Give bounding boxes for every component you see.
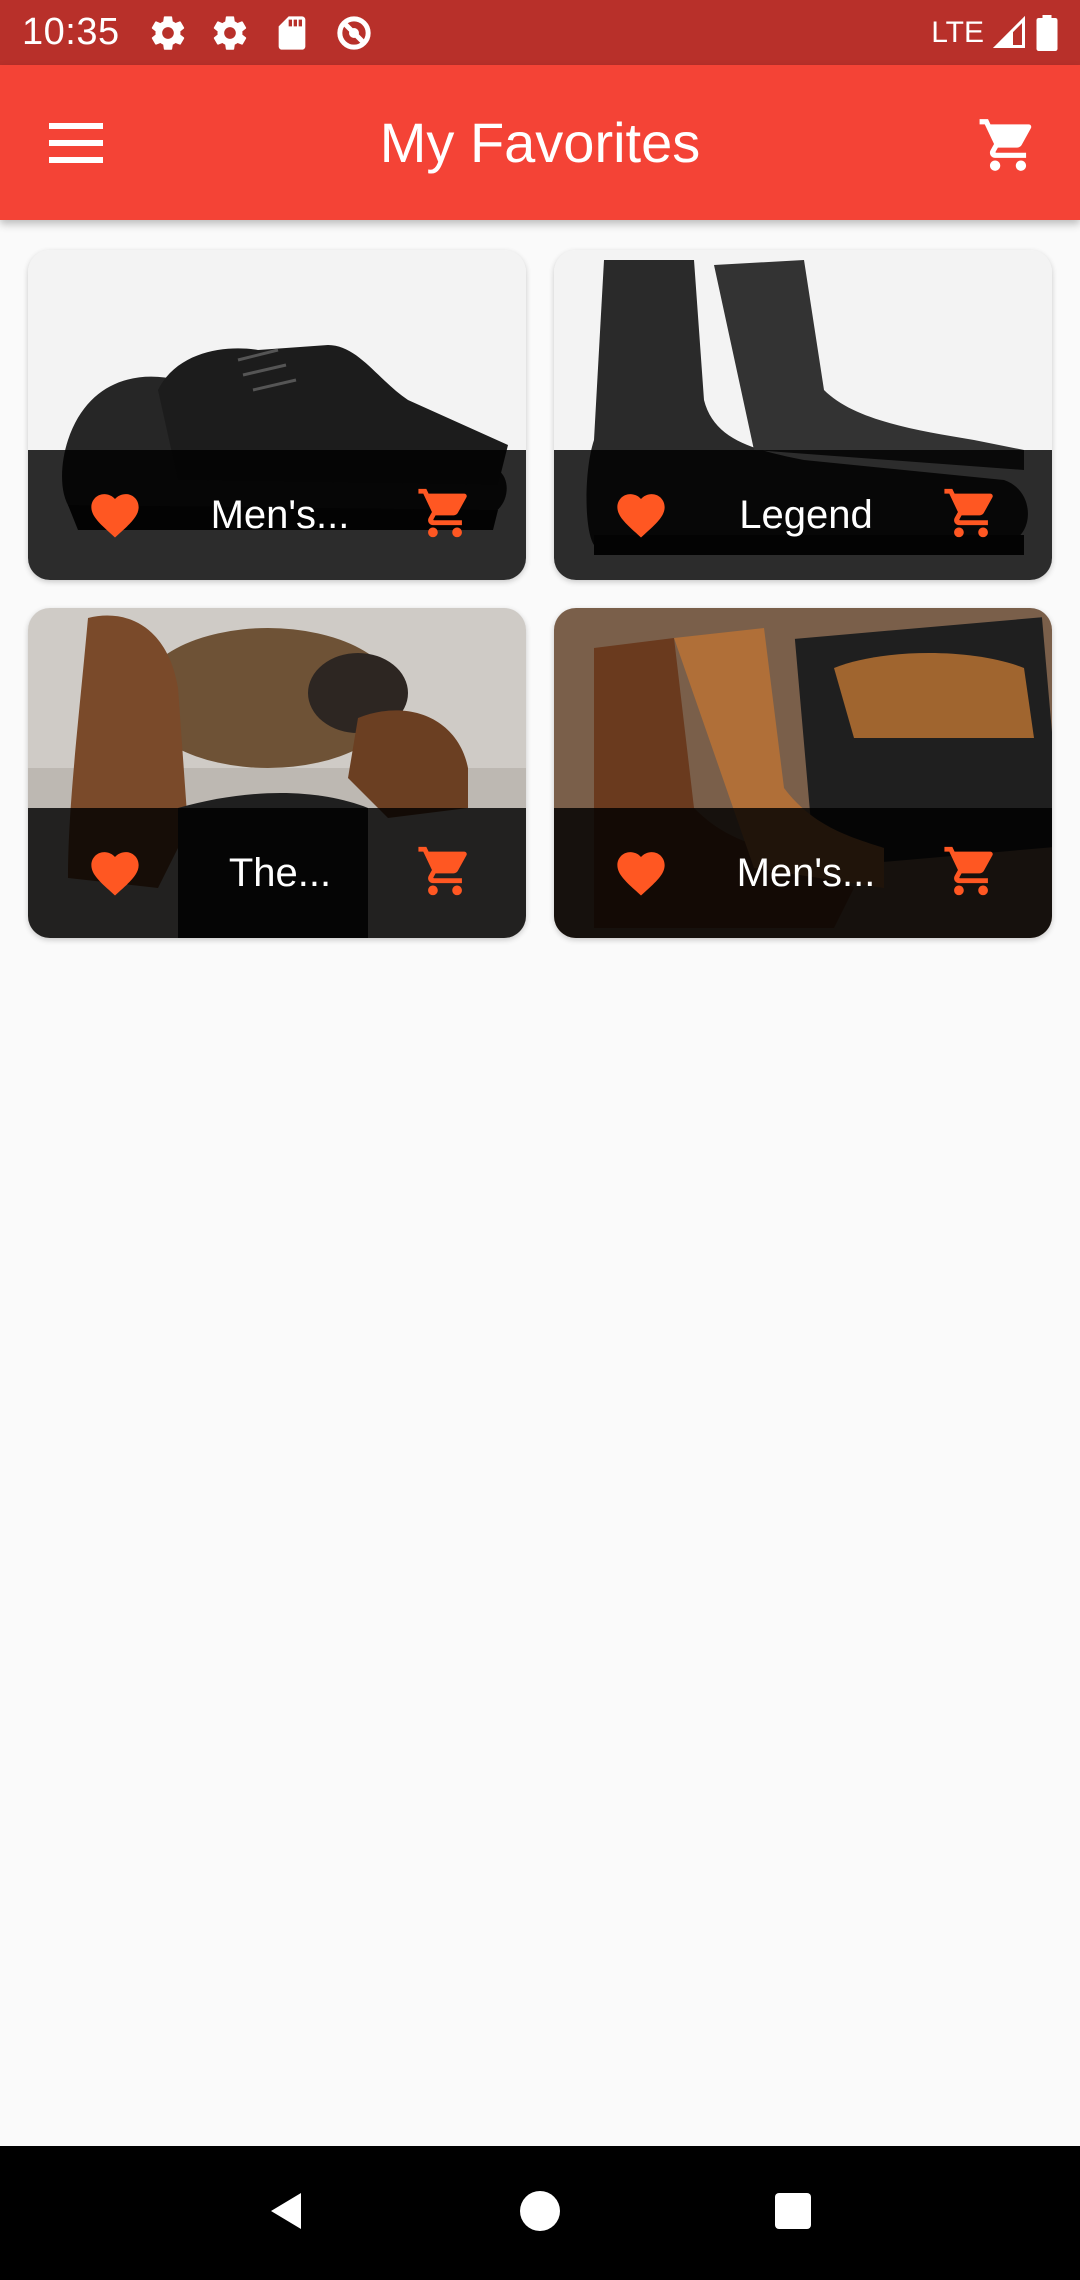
page-title: My Favorites [379,111,701,174]
notification-icons [148,13,374,53]
favorite-button[interactable] [86,845,144,902]
shopping-cart-icon [944,846,993,895]
heart-icon [91,851,139,895]
status-time: 10:35 [22,11,120,53]
card-footer: Men's... [28,450,526,580]
product-title: The... [228,850,332,895]
battery-icon [1036,14,1058,51]
back-icon [270,2192,301,2229]
product-title: Men's... [210,492,350,537]
shopping-cart-icon [979,119,1032,171]
shopping-cart-icon [418,488,467,537]
system-nav-bar [0,2146,1080,2280]
back-button[interactable] [263,2187,311,2240]
product-card[interactable]: Men's... [28,250,526,580]
heart-icon [91,493,139,537]
product-card[interactable]: Men's... [554,608,1052,938]
cart-button[interactable] [968,105,1048,185]
card-footer: Men's... [554,808,1052,938]
card-footer: Legend [554,450,1052,580]
product-card[interactable]: The... [28,608,526,938]
recents-icon [775,2192,812,2229]
do-not-disturb-icon [336,15,371,50]
favorite-button[interactable] [86,487,144,544]
favorite-button[interactable] [612,845,670,902]
settings-icon [213,15,246,50]
settings-icon [151,15,184,50]
add-to-cart-button[interactable] [942,842,1000,905]
heart-icon [617,851,665,895]
status-bar: 10:35 LTE [0,0,1080,65]
add-to-cart-button[interactable] [942,484,1000,547]
home-button[interactable] [516,2187,564,2240]
add-to-cart-button[interactable] [416,484,474,547]
favorites-grid: Men's... Legend The... Men's... [28,250,1052,938]
status-right: LTE [931,14,1058,51]
recents-button[interactable] [769,2187,817,2240]
network-type: LTE [931,15,984,49]
heart-icon [617,493,665,537]
home-icon [519,2190,560,2231]
add-to-cart-button[interactable] [416,842,474,905]
product-title: Men's... [736,850,876,895]
card-footer: The... [28,808,526,938]
shopping-cart-icon [418,846,467,895]
sd-card-icon [278,15,305,50]
shopping-cart-icon [944,488,993,537]
signal-icon [992,15,1025,48]
product-title: Legend [739,492,873,537]
product-card[interactable]: Legend [554,250,1052,580]
app-bar: My Favorites [0,65,1080,220]
favorite-button[interactable] [612,487,670,544]
